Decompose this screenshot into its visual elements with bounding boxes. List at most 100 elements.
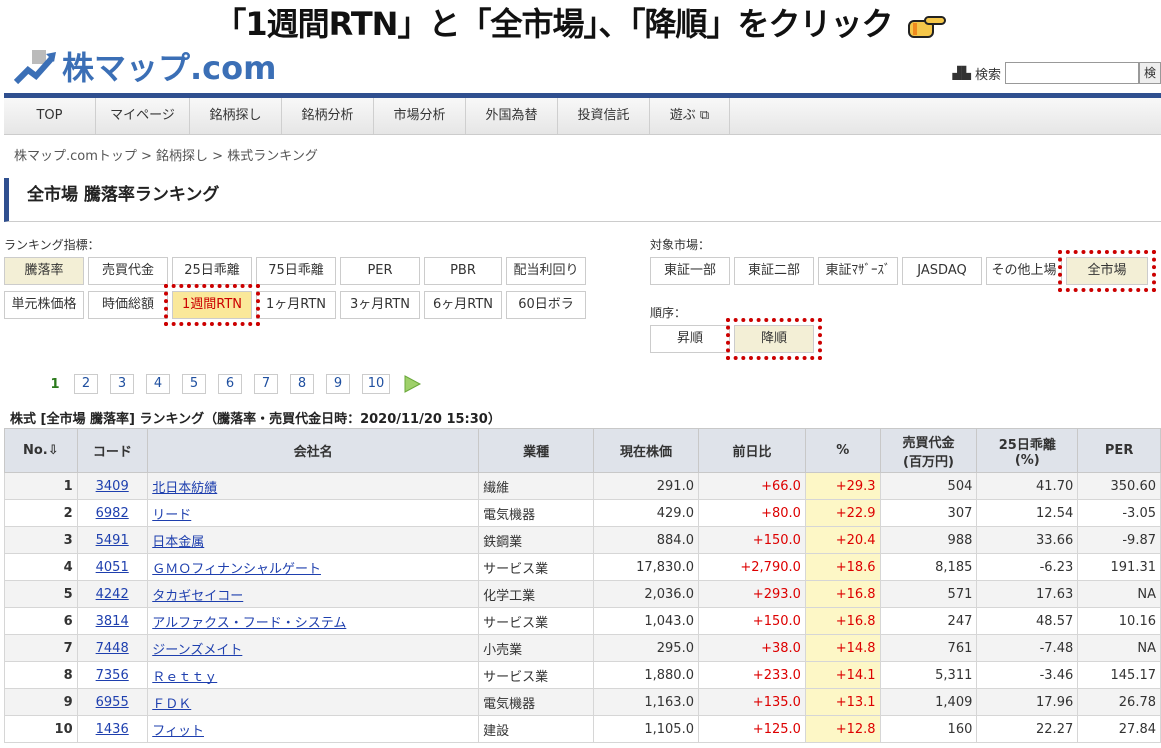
page-link[interactable]: 10	[362, 374, 390, 394]
nav-market-analysis[interactable]: 市場分析	[374, 98, 466, 134]
indicator-60d-volatility[interactable]: 60日ボラ	[506, 291, 586, 319]
company-name-cell[interactable]: ＦＤＫ	[147, 688, 480, 716]
nav-forex[interactable]: 外国為替	[466, 98, 558, 134]
col-per[interactable]: PER	[1077, 428, 1161, 473]
nav-stock-analysis[interactable]: 銘柄分析	[282, 98, 374, 134]
code-link[interactable]: 5491	[96, 533, 129, 548]
code-cell[interactable]: 3409	[76, 472, 149, 500]
code-link[interactable]: 4242	[96, 587, 129, 602]
col-code[interactable]: コード	[76, 428, 149, 473]
company-name-link[interactable]: Ｒｅｔｔｙ	[152, 670, 217, 685]
market-tse2[interactable]: 東証二部	[734, 257, 814, 285]
indicator-75d-deviation[interactable]: 75日乖離	[256, 257, 336, 285]
order-descending[interactable]: 降順	[734, 325, 814, 353]
indicator-25d-deviation[interactable]: 25日乖離	[172, 257, 252, 285]
col-no[interactable]: No.⇩	[4, 428, 78, 473]
code-link[interactable]: 7448	[96, 641, 129, 656]
search-button[interactable]: 検	[1139, 62, 1161, 84]
nav-funds[interactable]: 投資信託	[558, 98, 650, 134]
nav-mypage[interactable]: マイページ	[96, 98, 190, 134]
market-other[interactable]: その他上場	[986, 257, 1062, 285]
code-cell[interactable]: 3814	[76, 607, 149, 635]
site-logo[interactable]: 株マップ.com	[14, 44, 276, 88]
company-name-cell[interactable]: Ｒｅｔｔｙ	[147, 661, 480, 689]
page-link[interactable]: 8	[290, 374, 314, 394]
company-name-link[interactable]: ＧＭＯフィナンシャルゲート	[152, 562, 321, 577]
company-name-cell[interactable]: フィット	[147, 715, 480, 743]
code-link[interactable]: 1436	[96, 722, 129, 737]
company-name-cell[interactable]: リード	[147, 499, 480, 527]
col-deviation[interactable]: 25日乖離 (%)	[976, 428, 1079, 473]
page-link[interactable]: 2	[74, 374, 98, 394]
table-header-row: No.⇩ コード 会社名 業種 現在株価 前日比 % 売買代金 (百万円) 25日…	[4, 428, 1161, 473]
company-name-cell[interactable]: ジーンズメイト	[147, 634, 480, 662]
indicator-per[interactable]: PER	[340, 257, 420, 285]
code-link[interactable]: 7356	[96, 668, 129, 683]
table-row: 9 6955 ＦＤＫ 電気機器 1,163.0 +135.0 +13.1 1,409 17.96…	[4, 688, 1161, 716]
col-change[interactable]: 前日比	[697, 428, 806, 473]
order-ascending[interactable]: 昇順	[650, 325, 730, 353]
price-cell: 884.0	[593, 526, 699, 554]
col-deviation-label: 25日乖離	[998, 437, 1056, 453]
col-price[interactable]: 現在株価	[593, 428, 699, 473]
indicator-unit-price[interactable]: 単元株価格	[4, 291, 84, 319]
page-link[interactable]: 3	[110, 374, 134, 394]
nav-stock-search[interactable]: 銘柄探し	[190, 98, 282, 134]
next-page-icon[interactable]	[402, 374, 422, 394]
page-link[interactable]: 5	[182, 374, 206, 394]
code-cell[interactable]: 7448	[76, 634, 149, 662]
indicator-change-rate[interactable]: 騰落率	[4, 257, 84, 285]
breadcrumb[interactable]: 株マップ.comトップ > 銘柄探し > 株式ランキング	[14, 145, 318, 164]
indicator-1week-rtn[interactable]: 1週間RTN	[172, 291, 252, 319]
code-cell[interactable]: 4242	[76, 580, 149, 608]
code-cell[interactable]: 6955	[76, 688, 149, 716]
market-all[interactable]: 全市場	[1066, 257, 1148, 285]
indicator-6month-rtn[interactable]: 6ヶ月RTN	[424, 291, 502, 319]
col-sector[interactable]: 業種	[478, 428, 595, 473]
page-link[interactable]: 4	[146, 374, 170, 394]
rank-cell: 3	[4, 526, 78, 554]
code-link[interactable]: 6982	[96, 506, 129, 521]
company-name-link[interactable]: 日本金属	[152, 535, 204, 550]
sector-cell: 電気機器	[478, 499, 595, 527]
search-input[interactable]	[1005, 62, 1139, 84]
company-name-link[interactable]: アルファクス・フード・システム	[152, 616, 346, 631]
code-link[interactable]: 4051	[96, 560, 129, 575]
market-jasdaq[interactable]: JASDAQ	[902, 257, 982, 285]
nav-play[interactable]: 遊ぶ ⧉	[650, 98, 730, 134]
code-cell[interactable]: 7356	[76, 661, 149, 689]
col-pct[interactable]: %	[804, 428, 881, 473]
indicator-trading-value[interactable]: 売買代金	[88, 257, 168, 285]
code-cell[interactable]: 4051	[76, 553, 149, 581]
indicator-market-cap[interactable]: 時価総額	[88, 291, 168, 319]
page-link[interactable]: 6	[218, 374, 242, 394]
indicator-pbr[interactable]: PBR	[424, 257, 502, 285]
company-name-link[interactable]: リード	[152, 508, 191, 523]
code-cell[interactable]: 6982	[76, 499, 149, 527]
company-name-cell[interactable]: アルファクス・フード・システム	[147, 607, 480, 635]
code-cell[interactable]: 5491	[76, 526, 149, 554]
company-name-link[interactable]: フィット	[152, 724, 204, 739]
indicator-3month-rtn[interactable]: 3ヶ月RTN	[340, 291, 420, 319]
company-name-link[interactable]: 北日本紡績	[152, 481, 217, 496]
page-link[interactable]: 9	[326, 374, 350, 394]
indicator-dividend-yield[interactable]: 配当利回り	[506, 257, 586, 285]
nav-top[interactable]: TOP	[4, 98, 96, 134]
company-name-link[interactable]: タカギセイコー	[152, 589, 243, 604]
company-name-link[interactable]: ジーンズメイト	[152, 643, 242, 658]
col-name[interactable]: 会社名	[147, 428, 480, 473]
code-cell[interactable]: 1436	[76, 715, 149, 743]
company-name-link[interactable]: ＦＤＫ	[152, 697, 191, 712]
market-tse1[interactable]: 東証一部	[650, 257, 730, 285]
col-volume[interactable]: 売買代金 (百万円)	[879, 428, 978, 473]
company-name-cell[interactable]: 日本金属	[147, 526, 480, 554]
indicator-1month-rtn[interactable]: 1ヶ月RTN	[256, 291, 336, 319]
page-link[interactable]: 7	[254, 374, 278, 394]
market-mothers[interactable]: 東証ﾏｻﾞｰｽﾞ	[818, 257, 898, 285]
company-name-cell[interactable]: 北日本紡績	[147, 472, 480, 500]
code-link[interactable]: 3814	[96, 614, 129, 629]
company-name-cell[interactable]: タカギセイコー	[147, 580, 480, 608]
code-link[interactable]: 6955	[96, 695, 129, 710]
company-name-cell[interactable]: ＧＭＯフィナンシャルゲート	[147, 553, 480, 581]
code-link[interactable]: 3409	[96, 479, 129, 494]
